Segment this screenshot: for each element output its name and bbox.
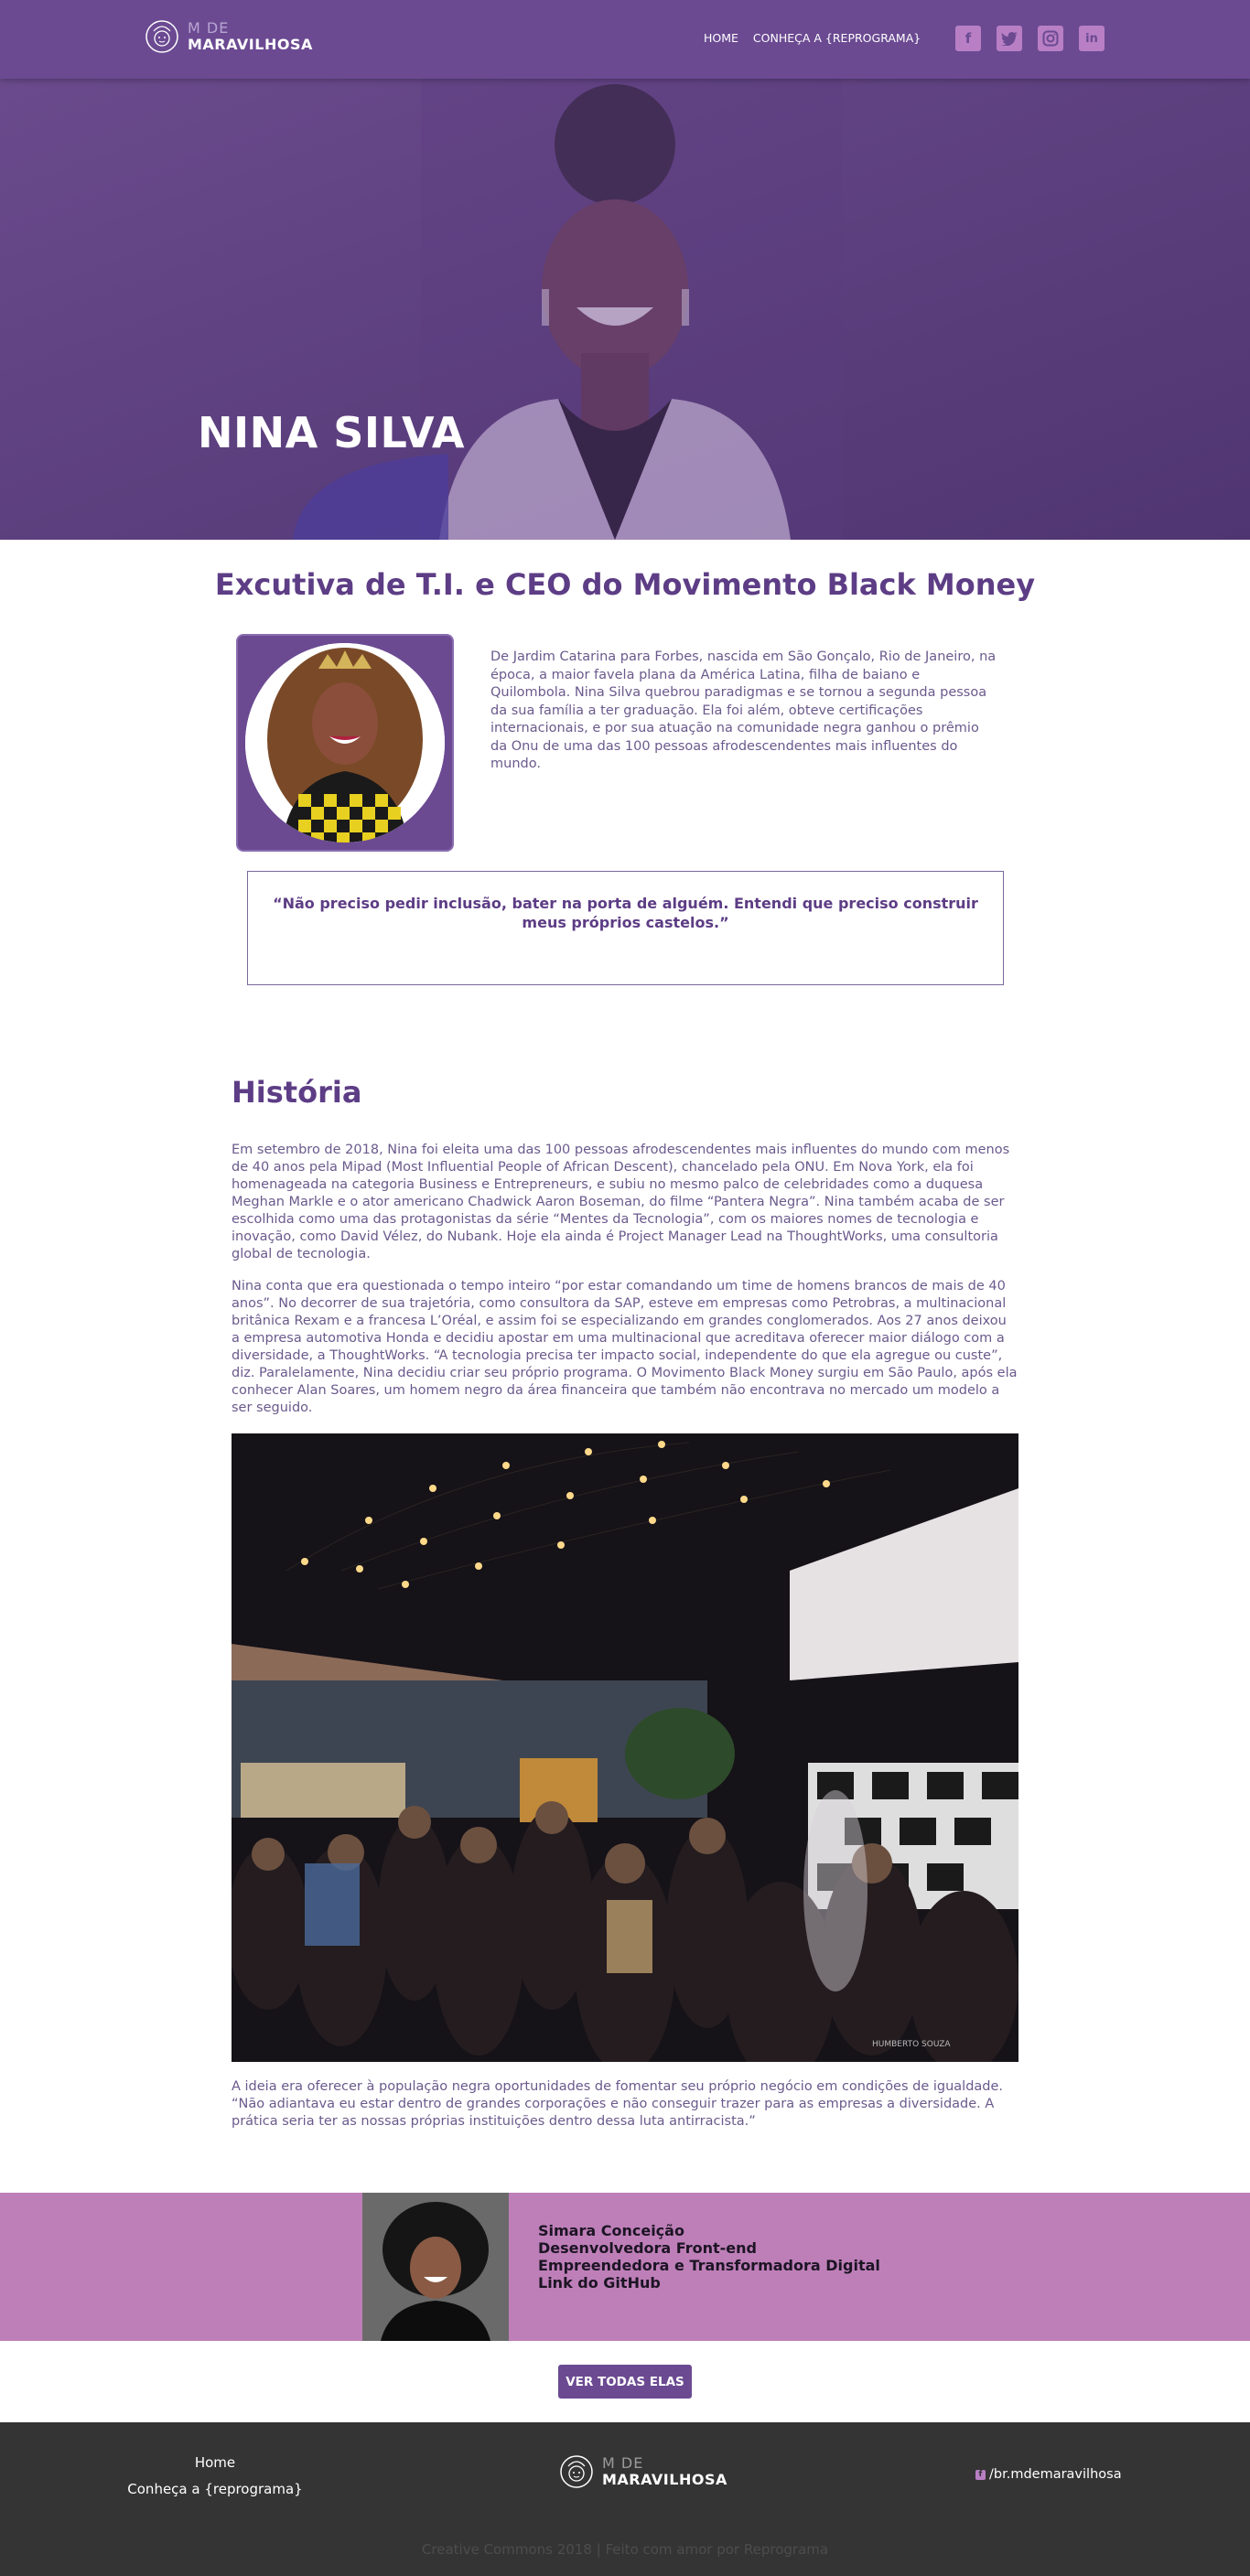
- profile-subtitle: Excutiva de T.I. e CEO do Movimento Blac…: [214, 567, 1036, 602]
- footer-logo-big-text: MARAVILHOSA: [602, 2471, 727, 2488]
- historia-paragraph-2: Nina conta que era questionada o tempo i…: [232, 1279, 1018, 1415]
- footer-logo-small-text: M DE: [602, 2454, 644, 2472]
- site-logo[interactable]: M DE MARAVILHOSA: [144, 18, 313, 55]
- author-role-1: Desenvolvedora Front-end: [538, 2239, 757, 2257]
- main-nav: HOME CONHEÇA A {REPROGRAMA}: [704, 31, 921, 45]
- author-name: Simara Conceição: [538, 2222, 684, 2239]
- logo-big-text: MARAVILHOSA: [188, 36, 313, 53]
- footer-social-text: /br.mdemaravilhosa: [989, 2467, 1122, 2482]
- copyright-text: Creative Commons 2018 | Feito com amor p…: [421, 2541, 829, 2558]
- profile-portrait-image: [245, 643, 445, 843]
- photo-credit: HUMBERTO SOUZA: [872, 2040, 951, 2049]
- quote-text: “Não preciso pedir inclusão, bater na po…: [273, 895, 978, 931]
- quote-box: “Não preciso pedir inclusão, bater na po…: [247, 871, 1004, 985]
- twitter-icon[interactable]: [997, 26, 1022, 51]
- nav-reprograma-link[interactable]: CONHEÇA A {REPROGRAMA}: [753, 31, 921, 45]
- logo-small-text: M DE: [188, 19, 230, 37]
- hero-name-title: NINA SILVA: [198, 408, 466, 457]
- hero-banner: NINA SILVA: [0, 79, 1250, 540]
- profile-portrait-card: [236, 634, 454, 852]
- author-photo-image: [362, 2193, 509, 2341]
- site-footer: Home Conheça a {reprograma} M DE MARAVIL…: [0, 2422, 1250, 2576]
- facebook-icon[interactable]: f: [955, 26, 981, 51]
- facebook-icon: f: [975, 2469, 986, 2480]
- author-role-2: Empreendedora e Transformadora Digital: [538, 2257, 880, 2274]
- author-github-link[interactable]: Link do GitHub: [538, 2274, 661, 2292]
- site-header: M DE MARAVILHOSA HOME CONHEÇA A {REPROGR…: [0, 0, 1250, 79]
- nav-home-link[interactable]: HOME: [704, 31, 738, 45]
- event-photo-image: HUMBERTO SOUZA: [232, 1433, 1018, 2062]
- historia-paragraph-3: A ideia era oferecer à população negra o…: [232, 2079, 1004, 2129]
- author-info: Simara Conceição Desenvolvedora Front-en…: [538, 2222, 880, 2292]
- hero-portrait-image: [421, 79, 842, 540]
- footer-home-link[interactable]: Home: [0, 2450, 430, 2476]
- footer-logo[interactable]: M DE MARAVILHOSA: [558, 2453, 727, 2490]
- logo-face-icon: [145, 20, 178, 53]
- profile-bio-text: De Jardim Catarina para Forbes, nascida …: [490, 649, 997, 771]
- author-band: Simara Conceição Desenvolvedora Front-en…: [0, 2193, 1250, 2341]
- historia-paragraph-1: Em setembro de 2018, Nina foi eleita uma…: [232, 1143, 1010, 1261]
- logo-face-icon: [560, 2455, 593, 2488]
- linkedin-icon[interactable]: in: [1079, 26, 1105, 51]
- social-links: f in: [955, 26, 1105, 51]
- footer-nav: Home Conheça a {reprograma}: [0, 2450, 430, 2503]
- footer-facebook-link[interactable]: f /br.mdemaravilhosa: [975, 2467, 1122, 2482]
- hero-chair-shape: [293, 454, 448, 540]
- footer-reprograma-link[interactable]: Conheça a {reprograma}: [0, 2476, 430, 2503]
- ver-todas-button[interactable]: VER TODAS ELAS: [558, 2365, 692, 2399]
- historia-title: História: [232, 1075, 362, 1110]
- instagram-icon[interactable]: [1038, 26, 1063, 51]
